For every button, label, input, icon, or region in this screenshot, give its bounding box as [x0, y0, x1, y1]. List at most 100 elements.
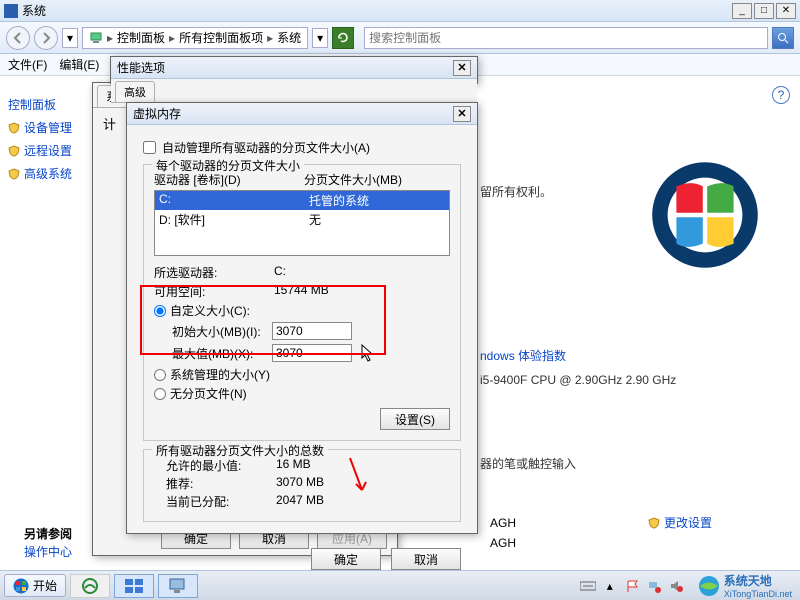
- brand-text-1: 系统天地: [724, 572, 792, 589]
- computer-icon: [89, 31, 103, 45]
- shield-icon: [8, 145, 20, 157]
- forward-arrow-icon: [40, 32, 52, 44]
- recommended-label: 推荐:: [166, 475, 276, 492]
- drive-row-c[interactable]: C: 托管的系统: [155, 191, 449, 210]
- min-allowed-label: 允许的最小值:: [166, 457, 276, 474]
- sidebar-item-control-panel[interactable]: 控制面板: [8, 96, 98, 113]
- shield-icon: [8, 168, 20, 180]
- available-space-value: 15744 MB: [274, 283, 329, 300]
- drive-name: D: [软件]: [159, 211, 309, 228]
- start-button[interactable]: 开始: [4, 574, 66, 597]
- vm-dialog-titlebar[interactable]: 虚拟内存 ✕: [127, 103, 477, 125]
- search-placeholder: 搜索控制面板: [369, 29, 441, 46]
- sidebar-item-device-manager[interactable]: 设备管理: [8, 119, 98, 136]
- crumb-system[interactable]: 系统: [277, 29, 301, 46]
- system-info-pane: 留所有权利。 ndows 体验指数 i5-9400F CPU @ 2.90GHz…: [480, 180, 790, 476]
- pagefile-header-label: 分页文件大小(MB): [304, 171, 402, 188]
- experience-index-link[interactable]: ndows 体验指数: [480, 344, 790, 368]
- tab-advanced[interactable]: 高级: [115, 81, 155, 102]
- auto-manage-checkbox[interactable]: [143, 141, 156, 154]
- performance-options-dialog: 性能选项 ✕ 高级: [110, 56, 478, 84]
- drive-pagefile: 无: [309, 211, 321, 228]
- system-tray: ▴ 系统天地 XiTongTianDi.net: [580, 572, 796, 599]
- history-dropdown[interactable]: ▾: [62, 28, 78, 48]
- tiles-icon: [124, 578, 144, 594]
- drive-pagefile: 托管的系统: [309, 192, 369, 209]
- menu-edit[interactable]: 编辑(E): [59, 56, 99, 73]
- totals-group: 所有驱动器分页文件大小的总数 允许的最小值: 16 MB 推荐: 3070 MB…: [143, 449, 461, 522]
- selected-drive-label: 所选驱动器:: [154, 264, 274, 281]
- forward-button[interactable]: [34, 26, 58, 50]
- nav-toolbar: ▾ ▸ 控制面板 ▸ 所有控制面板项 ▸ 系统 ▾ 搜索控制面板: [0, 22, 800, 54]
- min-allowed-value: 16 MB: [276, 457, 311, 474]
- ok-button[interactable]: 确定: [311, 548, 381, 570]
- crumb-control-panel[interactable]: 控制面板: [117, 29, 165, 46]
- perf-dialog-titlebar[interactable]: 性能选项 ✕: [111, 57, 477, 79]
- brand-text-2: XiTongTianDi.net: [724, 589, 792, 599]
- initial-size-input[interactable]: [272, 322, 352, 340]
- action-center-link[interactable]: 操作中心: [24, 543, 72, 560]
- cpu-value: i5-9400F CPU @ 2.90GHz 2.90 GHz: [480, 368, 790, 392]
- group-title: 所有驱动器分页文件大小的总数: [152, 442, 328, 459]
- refresh-icon: [337, 32, 349, 44]
- help-icon[interactable]: ?: [772, 86, 790, 104]
- computer-name-1: AGH: [490, 516, 516, 530]
- pen-touch-value: 器的笔或触控输入: [480, 452, 790, 476]
- back-button[interactable]: [6, 26, 30, 50]
- sidebar-item-label: 控制面板: [8, 96, 56, 113]
- sidebar-item-label: 远程设置: [24, 142, 72, 159]
- shield-icon: [8, 122, 20, 134]
- drive-list[interactable]: C: 托管的系统 D: [软件] 无: [154, 190, 450, 256]
- drive-name: C:: [159, 192, 309, 209]
- drive-row-d[interactable]: D: [软件] 无: [155, 210, 449, 229]
- sidebar-item-label: 高级系统: [24, 165, 72, 182]
- system-managed-label: 系统管理的大小(Y): [170, 366, 270, 383]
- change-settings-link[interactable]: 更改设置: [648, 514, 712, 531]
- task-browser[interactable]: [70, 574, 110, 598]
- no-pagefile-radio[interactable]: [154, 388, 166, 400]
- max-size-label: 最大值(MB)(X):: [172, 345, 266, 362]
- brand-watermark: 系统天地 XiTongTianDi.net: [698, 572, 792, 599]
- globe-icon: [698, 575, 720, 597]
- group-title: 每个驱动器的分页文件大小: [152, 157, 304, 174]
- close-icon[interactable]: ✕: [453, 60, 471, 76]
- monitor-icon: [168, 577, 188, 595]
- ie-icon: [81, 577, 99, 595]
- menu-file[interactable]: 文件(F): [8, 56, 47, 73]
- address-dropdown[interactable]: ▾: [312, 28, 328, 48]
- refresh-button[interactable]: [332, 27, 354, 49]
- available-space-label: 可用空间:: [154, 283, 274, 300]
- tray-flag-icon[interactable]: [624, 578, 640, 594]
- tray-network-icon[interactable]: [646, 578, 662, 594]
- rights-text: 留所有权利。: [480, 180, 790, 204]
- close-icon[interactable]: ✕: [453, 106, 471, 122]
- see-also-heading: 另请参阅: [24, 525, 72, 542]
- custom-size-radio[interactable]: [154, 305, 166, 317]
- search-input[interactable]: 搜索控制面板: [364, 27, 768, 49]
- computer-name-2: AGH: [490, 536, 516, 550]
- windows-orb-icon: [13, 578, 29, 594]
- tray-chevron-up-icon[interactable]: ▴: [602, 578, 618, 594]
- tray-volume-icon[interactable]: [668, 578, 684, 594]
- max-size-input[interactable]: [272, 344, 352, 362]
- sidebar-item-advanced[interactable]: 高级系统: [8, 165, 98, 182]
- window-title: 系统: [22, 2, 46, 19]
- sidebar-item-remote[interactable]: 远程设置: [8, 142, 98, 159]
- search-button[interactable]: [772, 27, 794, 49]
- initial-size-label: 初始大小(MB)(I):: [172, 323, 266, 340]
- close-button[interactable]: ✕: [776, 3, 796, 19]
- maximize-button[interactable]: □: [754, 3, 774, 19]
- virtual-memory-dialog: 虚拟内存 ✕ 自动管理所有驱动器的分页文件大小(A) 每个驱动器的分页文件大小 …: [126, 102, 478, 534]
- set-button[interactable]: 设置(S): [380, 408, 450, 430]
- crumb-all-items[interactable]: 所有控制面板项: [179, 29, 263, 46]
- custom-size-label: 自定义大小(C):: [170, 302, 250, 319]
- breadcrumb[interactable]: ▸ 控制面板 ▸ 所有控制面板项 ▸ 系统: [82, 27, 308, 49]
- vm-dialog-title: 虚拟内存: [133, 105, 181, 122]
- tray-keyboard-icon[interactable]: [580, 578, 596, 594]
- minimize-button[interactable]: _: [732, 3, 752, 19]
- search-icon: [777, 32, 789, 44]
- recommended-value: 3070 MB: [276, 475, 324, 492]
- main-window-titlebar: 系统 _ □ ✕: [0, 0, 800, 22]
- system-managed-radio[interactable]: [154, 369, 166, 381]
- cancel-button[interactable]: 取消: [391, 548, 461, 570]
